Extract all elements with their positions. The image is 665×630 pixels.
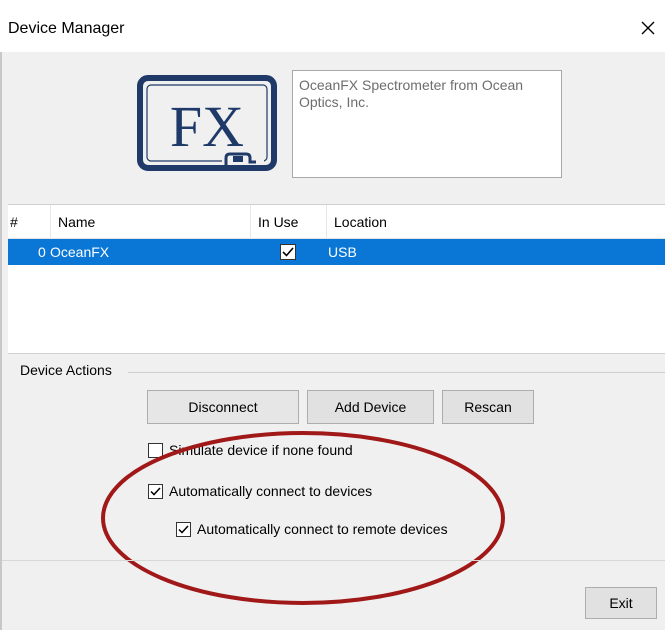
column-header-index[interactable]: #: [10, 214, 18, 230]
column-header-name[interactable]: Name: [58, 214, 95, 230]
add-device-button[interactable]: Add Device: [307, 390, 434, 424]
window-title: Device Manager: [8, 20, 125, 37]
table-row[interactable]: 0 OceanFX USB: [8, 239, 665, 265]
highlight-oval: [100, 430, 510, 608]
close-icon[interactable]: [634, 14, 662, 42]
cell-name: OceanFX: [50, 244, 110, 260]
cell-location: USB: [328, 244, 357, 260]
device-table[interactable]: # Name In Use Location 0 OceanFX USB: [8, 204, 665, 354]
table-header: # Name In Use Location: [8, 205, 665, 239]
exit-button[interactable]: Exit: [585, 587, 657, 619]
device-actions-label: Device Actions: [20, 362, 112, 378]
disconnect-button[interactable]: Disconnect: [147, 390, 299, 424]
cell-index: 0: [38, 244, 46, 260]
window-border: [0, 52, 2, 630]
fx-logo: FX: [136, 74, 282, 174]
title-bar: Device Manager: [0, 0, 665, 52]
in-use-checkbox[interactable]: [280, 244, 296, 260]
device-manager-window: Device Manager FX OceanFX Spectrometer f…: [0, 0, 665, 630]
column-header-location[interactable]: Location: [334, 214, 387, 230]
group-divider: [128, 372, 665, 373]
footer-divider: [2, 560, 665, 561]
logo-text: FX: [170, 94, 244, 159]
column-header-in-use[interactable]: In Use: [258, 214, 298, 230]
rescan-button[interactable]: Rescan: [442, 390, 534, 424]
device-description: OceanFX Spectrometer from Ocean Optics, …: [292, 70, 562, 178]
